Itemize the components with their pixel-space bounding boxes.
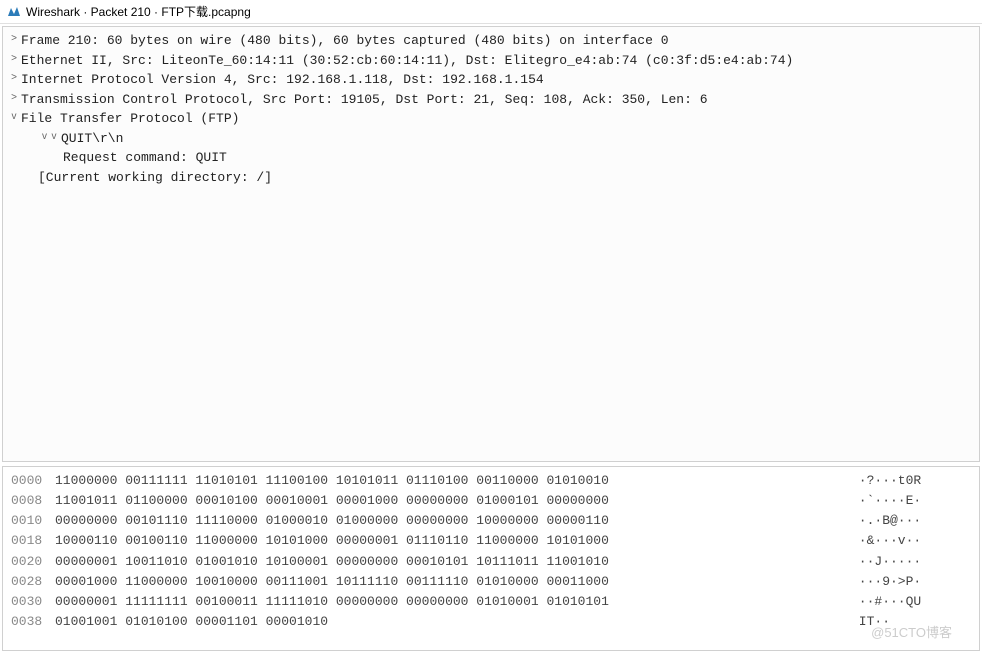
tree-label: [Current working directory: /] (38, 168, 272, 188)
tree-row-quit[interactable]: v v QUIT\r\n (3, 129, 979, 149)
hex-bytes: 11000000 00111111 11010101 11100100 1010… (55, 471, 851, 491)
hex-row[interactable]: 0018 10000110 00100110 11000000 10101000… (11, 531, 971, 551)
hex-ascii: ·`····E· (851, 491, 971, 511)
expand-icon[interactable]: > (7, 31, 21, 46)
hex-offset: 0000 (11, 471, 55, 491)
tree-row-ethernet[interactable]: > Ethernet II, Src: LiteonTe_60:14:11 (3… (3, 51, 979, 71)
expand-icon[interactable]: > (7, 51, 21, 66)
tree-row-tcp[interactable]: > Transmission Control Protocol, Src Por… (3, 90, 979, 110)
hex-row[interactable]: 0000 11000000 00111111 11010101 11100100… (11, 471, 971, 491)
hex-row[interactable]: 0008 11001011 01100000 00010100 00010001… (11, 491, 971, 511)
hex-row[interactable]: 0028 00001000 11000000 10010000 00111001… (11, 572, 971, 592)
window-title: Wireshark · Packet 210 · FTP下载.pcapng (26, 3, 251, 20)
title-bar: Wireshark · Packet 210 · FTP下载.pcapng (0, 0, 982, 24)
tree-row-cwd[interactable]: [Current working directory: /] (3, 168, 979, 188)
tree-label: File Transfer Protocol (FTP) (21, 109, 239, 129)
hex-row[interactable]: 0030 00000001 11111111 00100011 11111010… (11, 592, 971, 612)
hex-ascii: ··J····· (851, 552, 971, 572)
collapse-icon[interactable]: v (47, 129, 61, 144)
tree-label: Request command: QUIT (63, 148, 227, 168)
hex-offset: 0030 (11, 592, 55, 612)
tree-label: Frame 210: 60 bytes on wire (480 bits), … (21, 31, 669, 51)
hex-bytes: 00000001 10011010 01001010 10100001 0000… (55, 552, 851, 572)
hex-bytes: 00001000 11000000 10010000 00111001 1011… (55, 572, 851, 592)
expand-icon[interactable]: > (7, 70, 21, 85)
hex-offset: 0010 (11, 511, 55, 531)
hex-bytes: 00000001 11111111 00100011 11111010 0000… (55, 592, 851, 612)
hex-row[interactable]: 0038 01001001 01010100 00001101 00001010… (11, 612, 971, 632)
tree-label: QUIT\r\n (61, 129, 123, 149)
tree-row-frame[interactable]: > Frame 210: 60 bytes on wire (480 bits)… (3, 31, 979, 51)
hex-row[interactable]: 0010 00000000 00101110 11110000 01000010… (11, 511, 971, 531)
hex-row[interactable]: 0020 00000001 10011010 01001010 10100001… (11, 552, 971, 572)
expand-icon[interactable]: > (7, 90, 21, 105)
hex-offset: 0038 (11, 612, 55, 632)
hex-bytes: 10000110 00100110 11000000 10101000 0000… (55, 531, 851, 551)
wireshark-icon (6, 4, 22, 20)
hex-offset: 0028 (11, 572, 55, 592)
hex-ascii: ·.·B@··· (851, 511, 971, 531)
hex-offset: 0008 (11, 491, 55, 511)
hex-ascii: IT·· (851, 612, 971, 632)
hex-ascii: ·?···t0R (851, 471, 971, 491)
hex-offset: 0018 (11, 531, 55, 551)
collapse-icon[interactable]: v (7, 129, 47, 144)
hex-dump-pane[interactable]: 0000 11000000 00111111 11010101 11100100… (2, 466, 980, 651)
tree-label: Internet Protocol Version 4, Src: 192.16… (21, 70, 544, 90)
tree-label: Transmission Control Protocol, Src Port:… (21, 90, 708, 110)
tree-row-ip[interactable]: > Internet Protocol Version 4, Src: 192.… (3, 70, 979, 90)
tree-label: Ethernet II, Src: LiteonTe_60:14:11 (30:… (21, 51, 793, 71)
collapse-icon[interactable]: v (7, 109, 21, 124)
hex-bytes: 00000000 00101110 11110000 01000010 0100… (55, 511, 851, 531)
hex-offset: 0020 (11, 552, 55, 572)
tree-row-request-command[interactable]: Request command: QUIT (3, 148, 979, 168)
hex-ascii: ·&···v·· (851, 531, 971, 551)
hex-bytes: 01001001 01010100 00001101 00001010 (55, 612, 851, 632)
hex-ascii: ···9·>P· (851, 572, 971, 592)
packet-details-pane[interactable]: > Frame 210: 60 bytes on wire (480 bits)… (2, 26, 980, 462)
tree-row-ftp[interactable]: v File Transfer Protocol (FTP) (3, 109, 979, 129)
hex-ascii: ··#···QU (851, 592, 971, 612)
hex-bytes: 11001011 01100000 00010100 00010001 0000… (55, 491, 851, 511)
